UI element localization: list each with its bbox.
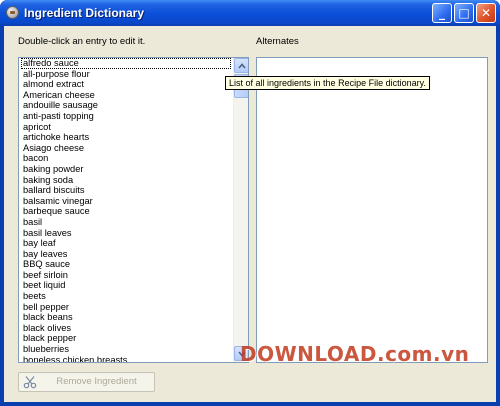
minimize-icon: _	[439, 6, 445, 20]
list-item[interactable]: all-purpose flour	[19, 69, 233, 80]
title-bar[interactable]: Ingredient Dictionary _ □ ✕	[0, 0, 500, 26]
minimize-button[interactable]: _	[432, 3, 452, 23]
list-item[interactable]: beets	[19, 291, 233, 302]
scroll-up-button[interactable]	[234, 58, 248, 73]
list-tooltip: List of all ingredients in the Recipe Fi…	[225, 76, 430, 90]
list-item[interactable]: beef sirloin	[19, 270, 233, 281]
list-item[interactable]: anti-pasti topping	[19, 111, 233, 122]
vertical-scrollbar[interactable]	[233, 58, 248, 362]
list-item[interactable]: blueberries	[19, 344, 233, 355]
list-item[interactable]: bell pepper	[19, 302, 233, 313]
remove-ingredient-button[interactable]: Remove Ingredient	[18, 372, 155, 392]
list-item[interactable]: bay leaf	[19, 238, 233, 249]
close-icon: ✕	[480, 6, 492, 20]
list-item[interactable]: baking soda	[19, 175, 233, 186]
remove-ingredient-label: Remove Ingredient	[56, 376, 137, 387]
list-item[interactable]: andouille sausage	[19, 100, 233, 111]
list-item[interactable]: basil leaves	[19, 228, 233, 239]
list-item[interactable]: BBQ sauce	[19, 259, 233, 270]
list-item[interactable]: baking powder	[19, 164, 233, 175]
list-item[interactable]: black pepper	[19, 333, 233, 344]
watermark-logo: DOWNLOAD.com.vn	[240, 342, 470, 366]
list-item[interactable]: basil	[19, 217, 233, 228]
maximize-icon: □	[458, 6, 470, 20]
maximize-button[interactable]: □	[454, 3, 474, 23]
list-item[interactable]: Asiago cheese	[19, 143, 233, 154]
close-button[interactable]: ✕	[476, 3, 496, 23]
list-item[interactable]: bay leaves	[19, 249, 233, 260]
list-item[interactable]: artichoke hearts	[19, 132, 233, 143]
list-item[interactable]: black olives	[19, 323, 233, 334]
alternates-label: Alternates	[256, 36, 299, 47]
list-item[interactable]: American cheese	[19, 90, 233, 101]
ingredient-list-items: alfredo sauce all-purpose flour almond ext…	[19, 58, 233, 362]
list-item[interactable]: boneless chicken breasts	[19, 355, 233, 362]
chevron-up-icon	[238, 63, 246, 69]
scissors-icon	[23, 376, 37, 389]
list-item[interactable]: bacon	[19, 153, 233, 164]
app-window: Ingredient Dictionary _ □ ✕ Double-click…	[0, 0, 500, 406]
list-item[interactable]: balsamic vinegar	[19, 196, 233, 207]
list-item[interactable]: beet liquid	[19, 280, 233, 291]
list-item[interactable]: alfredo sauce	[21, 58, 231, 69]
alternates-list[interactable]	[256, 57, 488, 363]
window-title: Ingredient Dictionary	[24, 6, 145, 20]
app-icon[interactable]	[6, 6, 19, 19]
instruction-label: Double-click an entry to edit it.	[18, 36, 146, 47]
list-item[interactable]: barbeque sauce	[19, 206, 233, 217]
list-item[interactable]: almond extract	[19, 79, 233, 90]
list-item[interactable]: apricot	[19, 122, 233, 133]
ingredient-list[interactable]: alfredo sauce all-purpose flour almond ext…	[18, 57, 249, 363]
list-item[interactable]: black beans	[19, 312, 233, 323]
list-item[interactable]: ballard biscuits	[19, 185, 233, 196]
